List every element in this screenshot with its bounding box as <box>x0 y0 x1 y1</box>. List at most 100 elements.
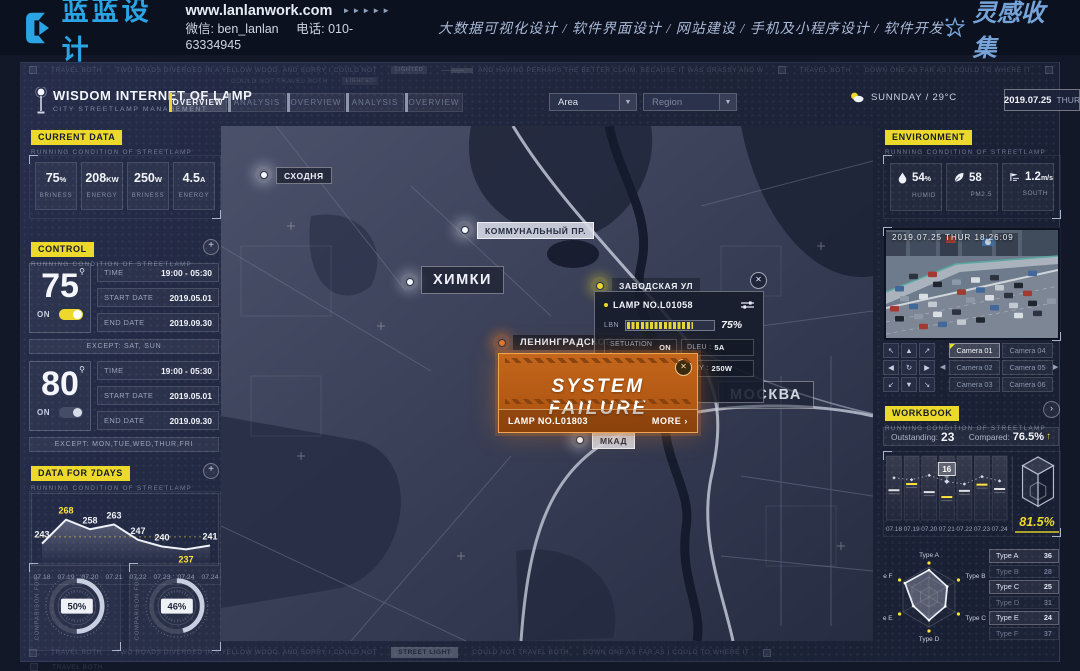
data-point-label: 243 <box>34 530 49 540</box>
schedule1-toggle[interactable] <box>59 309 83 320</box>
gauge-side-label: COMPARISON FOR <box>134 576 140 640</box>
camera-05-button[interactable]: Camera 05 <box>1002 360 1053 375</box>
map-pin-mkad[interactable] <box>571 431 588 448</box>
map-pin-khimki[interactable] <box>401 273 418 290</box>
leaf-icon <box>953 171 965 184</box>
camera-01-button[interactable]: Camera 01 <box>949 343 1000 358</box>
collect-text: 灵感收集 <box>973 0 1054 63</box>
bar-level-marker <box>941 496 952 498</box>
workbook-next-button[interactable]: › <box>1043 401 1060 418</box>
trend-up-icon: ↑ <box>1046 431 1051 442</box>
pan-up-right-icon[interactable]: ↗ <box>919 343 935 358</box>
pan-down-icon[interactable]: ▼ <box>901 377 917 392</box>
bar <box>957 456 972 520</box>
camera-pan-controls: ↖ ▲ ↗ ◀ ↻ ▶ ↙ ▼ ↘ <box>883 343 935 392</box>
refresh-icon[interactable]: ↻ <box>901 360 917 375</box>
bar-level-marker <box>924 491 935 493</box>
map-label-mkad[interactable]: МКАД <box>592 432 635 449</box>
data-point-label: 268 <box>58 506 73 516</box>
bar-level-marker <box>906 483 917 485</box>
weather-status: SUNNDAY / 29°C <box>849 91 957 103</box>
add-schedule-button[interactable]: + <box>203 239 219 255</box>
map-label-kommunalny[interactable]: КОММУНАЛЬНЫЙ ПР. <box>477 222 594 239</box>
map-label-khimki[interactable]: ХИМКИ <box>421 266 504 294</box>
schedule1-time-row: TIME 19:00 - 05:30 <box>97 263 219 282</box>
expand-chart-button[interactable]: + <box>203 463 219 479</box>
chevron-down-icon: ▼ <box>619 94 636 110</box>
camera-scene <box>886 230 1058 338</box>
popup-lamp-id: LAMP NO.L01058 <box>613 300 693 310</box>
radar-axis-label: Type C <box>965 615 986 622</box>
pan-down-right-icon[interactable]: ↘ <box>919 377 935 392</box>
decor-strip-top: TRAVEL BOTH TWO ROADS DIVERGED IN A YELL… <box>29 66 1053 74</box>
seven-days-tag: DATA FOR 7DAYS RUNNING CONDITION OF STRE… <box>31 463 192 492</box>
camera-list-next-icon[interactable]: ▶ <box>1053 363 1058 371</box>
gauge-50: 50%COMPARISON FOR <box>30 564 120 650</box>
tab-overview-3[interactable]: OVERVIEW <box>405 93 463 112</box>
type-b-row[interactable]: Type B28 <box>989 565 1059 579</box>
tab-analysis-2[interactable]: ANALYSIS <box>346 93 404 112</box>
stat-energy-a: 4.5A ENERGY <box>173 162 215 210</box>
brightness-value: 75% <box>721 319 742 331</box>
pan-right-icon[interactable]: ▶ <box>919 360 935 375</box>
sun-cloud-icon <box>849 91 864 103</box>
type-e-row[interactable]: Type E24 <box>989 611 1059 625</box>
system-failure-alert: ✕ SYSTEM FAILURE LAMP NO.L01803 MORE › <box>498 353 698 433</box>
x-tick-label: 07.19 <box>904 526 920 533</box>
pan-left-icon[interactable]: ◀ <box>883 360 899 375</box>
popup-close-icon[interactable]: ✕ <box>750 272 767 289</box>
wechat-contact: 微信: ben_lanlan <box>186 22 279 36</box>
area-select[interactable]: Area ▼ <box>549 93 637 111</box>
map-pin-shodnya[interactable] <box>255 166 272 183</box>
map-pin-kommunalny[interactable] <box>456 221 473 238</box>
wind-flag-icon <box>1009 171 1021 183</box>
camera-04-button[interactable]: Camera 04 <box>1002 343 1053 358</box>
camera-list-prev-icon[interactable]: ◀ <box>940 363 945 371</box>
region-select[interactable]: Region ▼ <box>643 93 737 111</box>
comparison-gauge-card: 50%COMPARISON FOR <box>29 563 121 651</box>
bar-level-marker <box>977 484 988 486</box>
radar-axis-dot <box>957 578 960 581</box>
banner-contact: www.lanlanwork.com ►►►►► 微信: ben_lanlan … <box>186 2 393 53</box>
workbook-stats: Outstanding: 23 Compared: 76.5% ↑ <box>883 427 1059 446</box>
radar-axis-label: Type E <box>883 615 893 622</box>
camera-03-button[interactable]: Camera 03 <box>949 377 1000 392</box>
schedule2-time-row: TIME 19:00 - 05:30 <box>97 361 219 380</box>
hazard-stripes <box>505 399 691 404</box>
map-pin-leningradskoe[interactable] <box>493 334 510 351</box>
schedule2-except: EXCEPT: MON,TUE,WED,THUR,FRI <box>29 437 219 452</box>
pan-up-left-icon[interactable]: ↖ <box>883 343 899 358</box>
schedule1-start-row: START DATE 2019.05.01 <box>97 288 219 307</box>
type-a-row[interactable]: Type A36 <box>989 549 1059 563</box>
tab-analysis-1[interactable]: ANALYSIS <box>228 93 286 112</box>
camera-06-button[interactable]: Camera 06 <box>1002 377 1053 392</box>
type-c-row[interactable]: Type C25 <box>989 580 1059 594</box>
x-tick-label: 07.21 <box>939 526 955 533</box>
map-label-shodnya[interactable]: СХОДНЯ <box>276 167 332 184</box>
weather-text: SUNNDAY / 29°C <box>871 92 957 103</box>
data-point-label: 241 <box>202 532 217 542</box>
schedule2-start-row: START DATE 2019.05.01 <box>97 386 219 405</box>
tab-overview-2[interactable]: OVERVIEW <box>287 93 345 112</box>
brightness-level-box: ⚲ 75 ON <box>29 263 91 333</box>
x-tick-label: 07.24 <box>992 526 1008 533</box>
camera-02-button[interactable]: Camera 02 <box>949 360 1000 375</box>
date-value: 2019.07.25 <box>1004 95 1052 106</box>
pan-down-left-icon[interactable]: ↙ <box>883 377 899 392</box>
schedule2-toggle[interactable] <box>59 407 83 418</box>
chevron-down-icon: ▼ <box>719 94 736 110</box>
radar-axis-dot <box>927 629 930 632</box>
type-f-row[interactable]: Type F37 <box>989 627 1059 641</box>
environment-tag: ENVIRONMENT RUNNING CONDITION OF STREETL… <box>885 127 1046 156</box>
brightness-level-box-2: ⚲ 80 ON <box>29 361 91 431</box>
pan-up-icon[interactable]: ▲ <box>901 343 917 358</box>
sliders-icon[interactable] <box>741 300 754 310</box>
lanlan-logo-icon <box>24 9 55 47</box>
x-tick-label: 07.22 <box>956 526 972 533</box>
type-d-row[interactable]: Type D31 <box>989 596 1059 610</box>
more-button[interactable]: MORE › <box>652 416 688 426</box>
bar <box>922 456 937 520</box>
tab-overview-1[interactable]: OVERVIEW <box>169 93 227 112</box>
bar-level-marker <box>959 490 970 492</box>
x-tick-label: 07.18 <box>886 526 902 533</box>
